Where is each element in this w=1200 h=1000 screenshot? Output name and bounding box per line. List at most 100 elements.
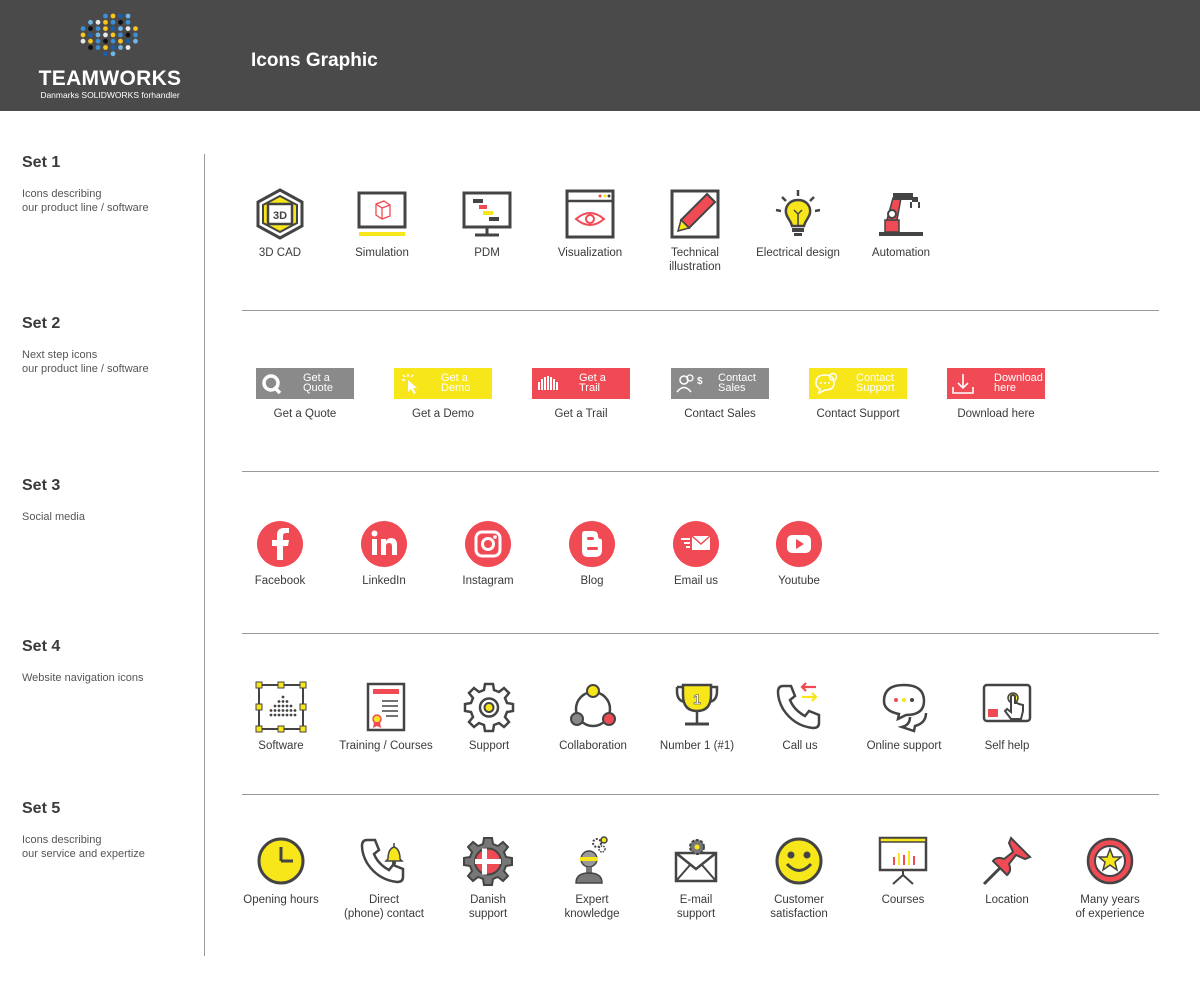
get-a-demo-button[interactable]: Get a Demo [394, 368, 492, 399]
item-youtube[interactable]: Youtube [747, 520, 851, 588]
clock-icon [257, 837, 305, 885]
item-location[interactable]: Location [955, 835, 1059, 907]
item-label: Danish support [468, 894, 508, 920]
item-call-us[interactable]: Call us [748, 681, 852, 753]
page-title: Icons Graphic [251, 50, 378, 71]
item-direct-phone-contact[interactable]: Direct (phone) contact [332, 835, 436, 921]
item-visualization[interactable]: Visualization [538, 188, 642, 260]
item-label: LinkedIn [362, 575, 406, 587]
logo-text: TEAMWORKS [38, 67, 182, 90]
item-number-1[interactable]: 1 Number 1 (#1) [645, 681, 749, 753]
button-text: Contact Support [856, 372, 895, 394]
item-label: Get a Trail [554, 408, 608, 420]
set-3-title: Set 3 [22, 477, 61, 494]
contact-sales-button[interactable]: $ Contact Sales [671, 368, 769, 399]
software-icon [255, 681, 307, 733]
presentation-icon [878, 836, 928, 885]
item-label: Location [985, 894, 1029, 906]
item-label: Blog [580, 575, 604, 587]
linkedin-icon [361, 521, 407, 567]
teamworks-logo[interactable]: TEAMWORKS Danmarks SOLIDWORKS forhandler [30, 12, 190, 102]
item-email-us[interactable]: Email us [644, 520, 748, 588]
item-support[interactable]: Support [437, 681, 541, 753]
item-customer-satisfaction[interactable]: Customer satisfaction [747, 835, 851, 921]
item-label: Number 1 (#1) [659, 740, 735, 752]
item-danish-support[interactable]: Danish support [436, 835, 540, 921]
button-text: Download here [994, 372, 1043, 394]
item-label: Youtube [778, 575, 820, 587]
item-pdm[interactable]: PDM [435, 188, 539, 260]
set-2-title: Set 2 [22, 315, 61, 332]
item-label: Contact Support [816, 408, 900, 420]
set-4-title: Set 4 [22, 638, 61, 655]
item-get-a-trail[interactable]: Get a Trail Get a Trail [529, 368, 633, 421]
item-label: PDM [474, 247, 500, 259]
item-get-a-demo[interactable]: Get a Demo Get a Demo [391, 368, 495, 421]
get-a-quote-button[interactable]: Get a Quote [256, 368, 354, 399]
item-label: Opening hours [243, 894, 319, 906]
item-many-years-experience[interactable]: Many years of experience [1058, 835, 1162, 921]
item-label: Customer satisfaction [770, 894, 828, 920]
visualization-icon [565, 189, 615, 239]
item-email-support[interactable]: E-mail support [644, 835, 748, 921]
item-online-support[interactable]: Online support [852, 681, 956, 753]
download-here-button[interactable]: Download here [947, 368, 1045, 399]
divider-line [242, 794, 1159, 795]
page-header: TEAMWORKS Danmarks SOLIDWORKS forhandler… [0, 0, 1200, 111]
item-facebook[interactable]: Facebook [228, 520, 332, 588]
svg-text:1: 1 [693, 691, 701, 707]
contact-sales-icon: $ [676, 374, 703, 393]
svg-text:$: $ [697, 376, 703, 387]
button-text: Contact Sales [718, 372, 756, 394]
item-label: Simulation [355, 247, 409, 259]
pushpin-icon [982, 836, 1032, 886]
item-collaboration[interactable]: Collaboration [541, 681, 645, 753]
technical-illustration-icon [670, 189, 720, 239]
get-a-trail-button[interactable]: Get a Trail [532, 368, 630, 399]
svg-text:3D: 3D [273, 210, 287, 222]
item-contact-support[interactable]: Contact Support Contact Support [806, 368, 910, 421]
blog-icon [569, 521, 615, 567]
download-icon [952, 374, 974, 394]
item-electrical-design[interactable]: Electrical design [746, 188, 850, 260]
item-self-help[interactable]: Self help [955, 681, 1059, 753]
item-instagram[interactable]: Instagram [436, 520, 540, 588]
item-courses[interactable]: Courses [851, 835, 955, 907]
item-expert-knowledge[interactable]: Expert knowledge [540, 835, 644, 921]
quote-icon [262, 374, 282, 395]
email-icon [673, 521, 719, 567]
button-text: Get a Trail [579, 372, 606, 394]
set-1-title: Set 1 [22, 154, 61, 171]
item-blog[interactable]: Blog [540, 520, 644, 588]
item-simulation[interactable]: Simulation [330, 188, 434, 260]
pdm-icon [462, 191, 512, 237]
item-3d-cad[interactable]: 3D 3D CAD [228, 188, 332, 260]
divider-line [242, 310, 1159, 311]
star-badge-icon [1086, 837, 1134, 885]
item-get-a-quote[interactable]: Get a Quote Get a Quote [253, 368, 357, 421]
item-label: Contact Sales [684, 408, 756, 420]
item-label: Call us [782, 740, 818, 752]
item-label: E-mail support [676, 894, 716, 920]
item-contact-sales[interactable]: $ Contact Sales Contact Sales [668, 368, 772, 421]
item-training-courses[interactable]: Training / Courses [334, 681, 438, 753]
item-technical-illustration[interactable]: Technical illustration [643, 188, 747, 274]
support-gear-icon [463, 682, 515, 733]
item-opening-hours[interactable]: Opening hours [229, 835, 333, 907]
item-label: Online support [866, 740, 942, 752]
set-2-description: Next step icons our product line / softwa… [22, 349, 149, 375]
item-software[interactable]: Software [229, 681, 333, 753]
item-automation[interactable]: Automation [849, 188, 953, 260]
item-label: Get a Demo [412, 408, 474, 420]
instagram-icon [465, 521, 511, 567]
item-label: Expert knowledge [564, 894, 620, 920]
item-label: Download here [957, 408, 1035, 420]
item-linkedin[interactable]: LinkedIn [332, 520, 436, 588]
item-label: Direct (phone) contact [344, 894, 424, 920]
facebook-icon [257, 521, 303, 567]
expert-icon [575, 836, 608, 884]
contact-support-button[interactable]: Contact Support [809, 368, 907, 399]
item-download-here[interactable]: Download here Download here [944, 368, 1048, 421]
trail-icon [538, 376, 558, 390]
item-label: Many years of experience [1075, 894, 1145, 920]
